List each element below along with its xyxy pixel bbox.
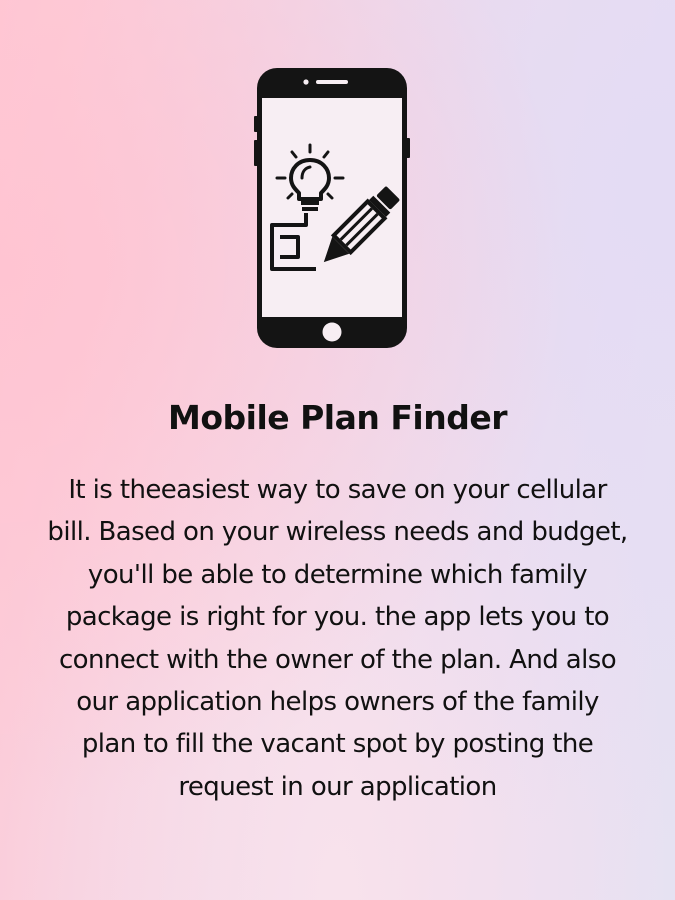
description-line: It is theeasiest way to save on your cel… xyxy=(68,475,607,505)
description-line: our application helps owners of the fami… xyxy=(76,687,599,718)
description-line: you'll be able to determine which family xyxy=(87,559,588,590)
description-line: connect with the owner of the plan. And … xyxy=(58,644,617,675)
description-line: package is right for you. the app lets y… xyxy=(65,602,610,633)
description-line: request in our application xyxy=(178,771,497,802)
description-line: bill. Based on your wireless needs and b… xyxy=(47,517,628,548)
description-line: plan to fill the vacant spot by posting … xyxy=(81,729,594,760)
description: It is theeasiest way to save on your cel… xyxy=(0,469,675,808)
smartphone-icon xyxy=(254,68,410,348)
page-title: Mobile Plan Finder xyxy=(168,398,508,437)
